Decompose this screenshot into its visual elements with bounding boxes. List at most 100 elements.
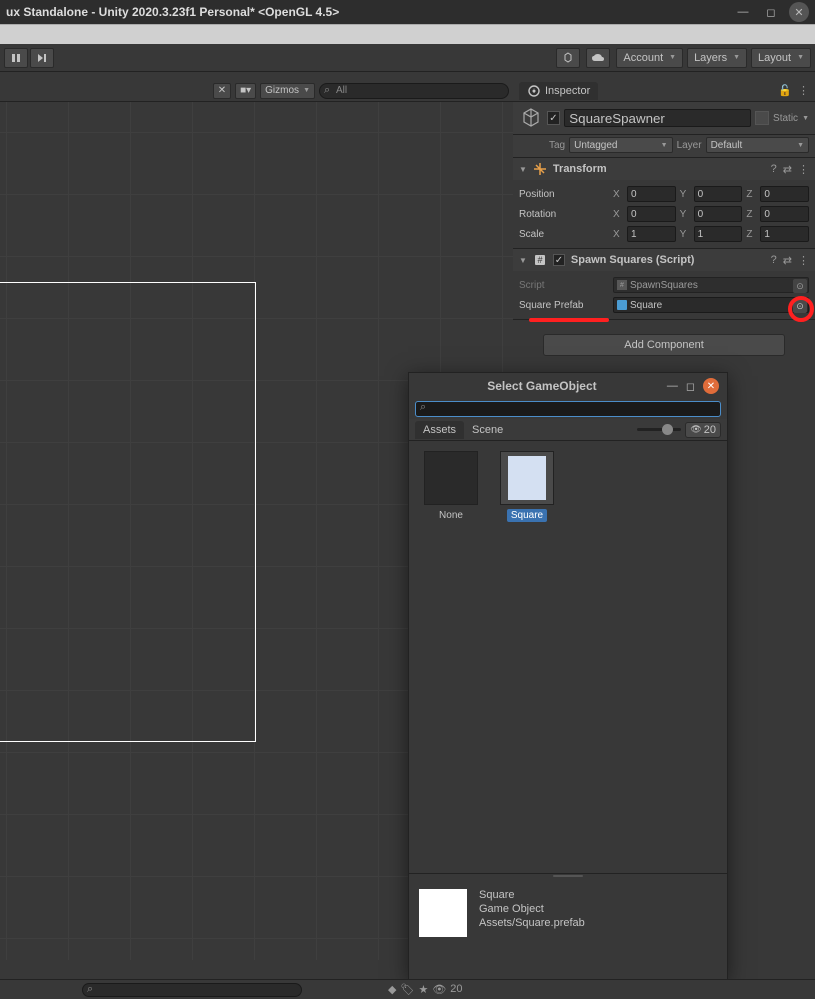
account-label: Account [623,52,663,64]
tab-scene[interactable]: Scene [464,421,511,439]
cloud-button[interactable] [586,48,610,68]
window-title: ux Standalone - Unity 2020.3.23f1 Person… [6,5,733,19]
layers-dropdown[interactable]: Layers ▼ [687,48,747,68]
inspector-panel: i Inspector 🔓 ⋮ Static ▼ Tag Untagged ▼ … [513,80,815,370]
star-icon[interactable]: ★ [418,983,428,996]
footer-path: Assets/Square.prefab [479,917,585,929]
gameobject-icon[interactable] [519,106,543,130]
add-component-button[interactable]: Add Component [543,334,785,356]
gameobject-name-input[interactable] [564,109,751,127]
maximize-button[interactable]: ◻ [761,2,781,22]
help-icon[interactable]: ? [771,163,777,176]
scale-y[interactable] [694,226,743,242]
prefab-icon [617,300,627,310]
scale-x[interactable] [627,226,676,242]
script-enabled-checkbox[interactable] [553,254,565,266]
tab-assets[interactable]: Assets [415,421,464,439]
svg-text:#: # [537,255,542,265]
chevron-down-icon: ▼ [797,54,804,61]
footer-name: Square [479,889,585,901]
status-bar: ◆ 🏷 ★ 👁 20 [0,979,815,999]
popup-asset-grid: None Square [409,441,727,873]
square-thumb [500,451,554,505]
transform-icon [533,162,547,176]
tag-dropdown[interactable]: Untagged ▼ [569,137,672,153]
square-prefab-row: Square Prefab Square ⊙ [519,295,809,315]
popup-footer: Square Game Object Assets/Square.prefab [409,879,727,979]
layers-label: Layers [694,52,727,64]
script-component-icon: # [533,253,547,267]
position-y[interactable] [694,186,743,202]
script-field[interactable]: # SpawnSquares ⊙ [613,277,809,293]
rotation-row: Rotation X Y Z [519,204,809,224]
tag-label: Tag [549,140,565,151]
rotation-x[interactable] [627,206,676,222]
asset-none[interactable]: None [419,451,483,522]
filter-icon[interactable]: ◆ [388,983,396,996]
project-search-input[interactable] [82,983,302,997]
menubar-gap [0,24,815,44]
position-z[interactable] [760,186,809,202]
status-count: 20 [450,983,462,996]
square-prefab-field[interactable]: Square ⊙ [613,297,809,313]
position-x[interactable] [627,186,676,202]
svg-text:i: i [533,89,534,95]
script-row: Script # SpawnSquares ⊙ [519,275,809,295]
window-buttons: — ◻ ✕ [733,2,809,22]
popup-maximize-button[interactable]: ◻ [686,380,695,393]
popup-minimize-button[interactable]: — [667,380,678,392]
transform-header[interactable]: ▼ Transform ? ⇄ ⋮ [513,158,815,180]
footer-type: Game Object [479,903,585,915]
lock-icon[interactable]: 🔓 [778,84,792,97]
csharp-icon: # [617,280,627,290]
static-checkbox[interactable] [755,111,769,125]
select-gameobject-popup: Select GameObject — ◻ ✕ Assets Scene 👁 2… [408,372,728,980]
popup-close-button[interactable]: ✕ [703,378,719,394]
layout-dropdown[interactable]: Layout ▼ [751,48,811,68]
tools-button[interactable]: ✕ [213,83,231,99]
tag-icon[interactable]: 🏷 [400,983,414,996]
popup-size-slider[interactable]: 👁 20 [637,422,721,438]
fold-icon: ▼ [519,165,527,174]
scale-row: Scale X Y Z [519,224,809,244]
spawn-squares-header[interactable]: ▼ # Spawn Squares (Script) ? ⇄ ⋮ [513,249,815,271]
popup-tabs: Assets Scene 👁 20 [409,419,727,441]
account-dropdown[interactable]: Account ▼ [616,48,683,68]
eye-icon[interactable]: 👁 [432,983,446,996]
popup-search-input[interactable] [415,401,721,417]
panel-menu-icon[interactable]: ⋮ [798,84,809,97]
top-toolbar: Account ▼ Layers ▼ Layout ▼ [0,44,815,72]
gizmos-dropdown[interactable]: Gizmos ▼ [260,83,315,99]
camera-bounds [0,282,256,742]
transform-component: ▼ Transform ? ⇄ ⋮ Position X Y Z Rotatio… [513,158,815,249]
menu-icon[interactable]: ⋮ [798,254,809,267]
scale-z[interactable] [760,226,809,242]
collab-button[interactable] [556,48,580,68]
layout-label: Layout [758,52,791,64]
object-picker-icon[interactable]: ⊙ [793,279,807,293]
scene-search-input[interactable]: All [319,83,509,99]
static-dropdown-icon[interactable]: ▼ [802,115,809,122]
asset-square[interactable]: Square [495,451,559,522]
chevron-down-icon: ▼ [733,54,740,61]
pause-button[interactable] [4,48,28,68]
preset-icon[interactable]: ⇄ [783,163,792,176]
layer-label: Layer [677,140,702,151]
rotation-y[interactable] [694,206,743,222]
none-thumb [424,451,478,505]
window-titlebar: ux Standalone - Unity 2020.3.23f1 Person… [0,0,815,24]
gameobject-enabled-checkbox[interactable] [547,111,561,125]
footer-preview [419,889,467,937]
preset-icon[interactable]: ⇄ [783,254,792,267]
inspector-tab[interactable]: i Inspector [519,82,598,100]
step-button[interactable] [30,48,54,68]
popup-title: Select GameObject [417,379,667,393]
scene-toolbar: ✕ ■▾ Gizmos ▼ All [0,80,513,102]
menu-icon[interactable]: ⋮ [798,163,809,176]
rotation-z[interactable] [760,206,809,222]
layer-dropdown[interactable]: Default ▼ [706,137,809,153]
camera-button[interactable]: ■▾ [235,83,256,99]
close-button[interactable]: ✕ [789,2,809,22]
help-icon[interactable]: ? [771,254,777,267]
minimize-button[interactable]: — [733,2,753,22]
